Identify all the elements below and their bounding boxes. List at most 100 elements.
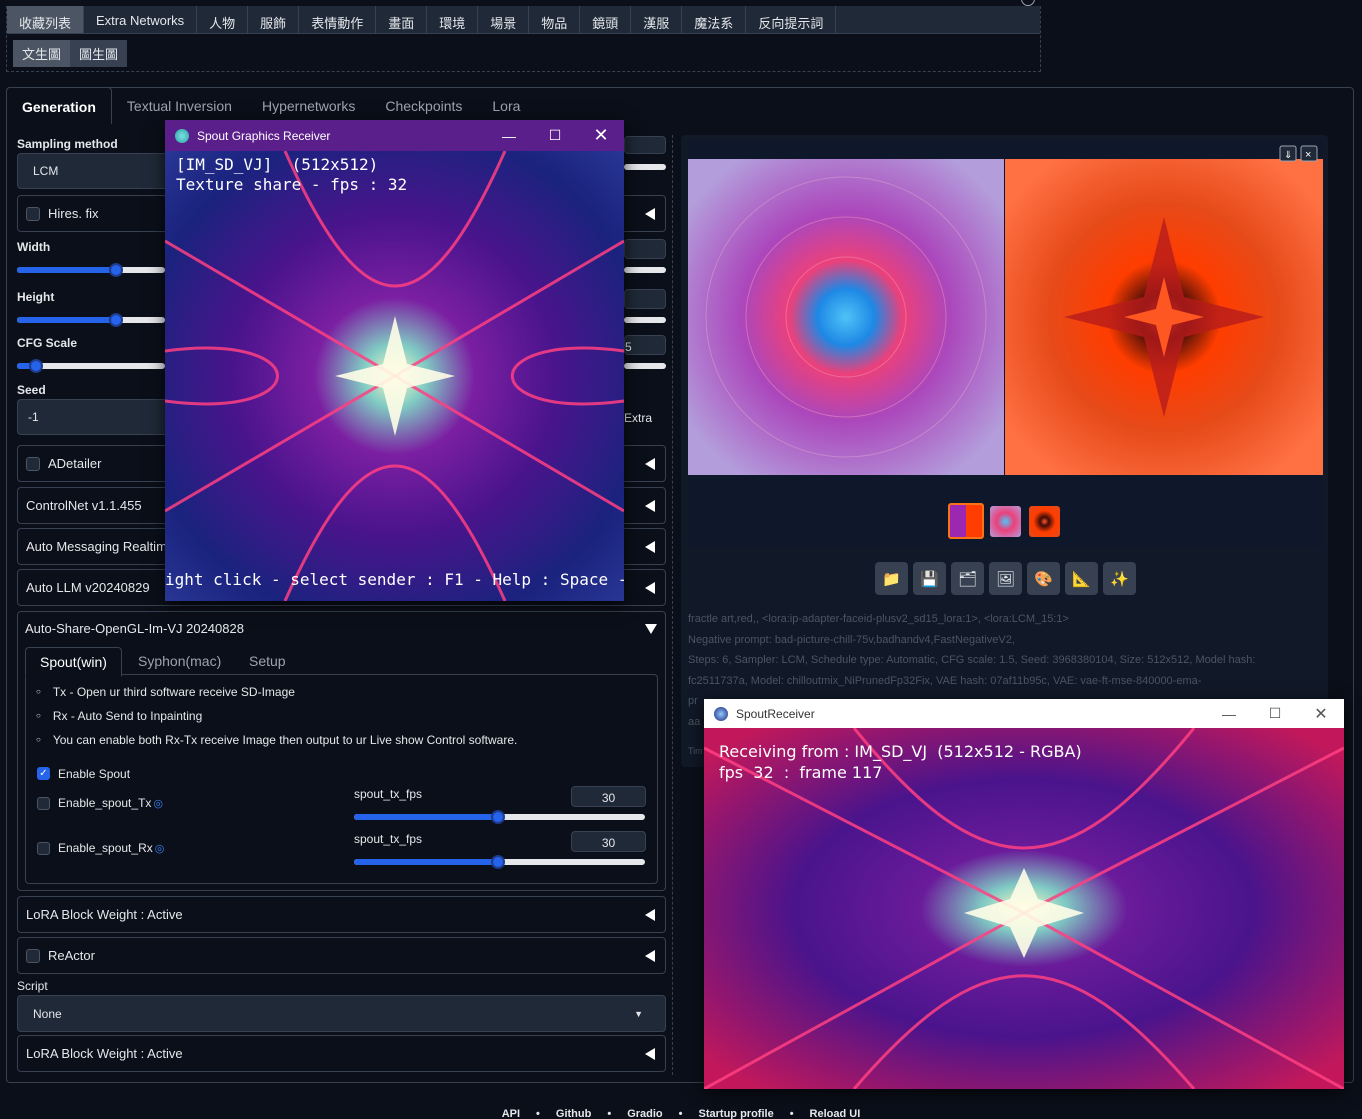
collapse-arrow-icon: [645, 458, 655, 470]
tag-tab[interactable]: 畫面: [376, 6, 428, 33]
bullet-tx: Tx - Open ur third software receive SD-I…: [36, 685, 295, 699]
svg-text:⇓: ⇓: [1284, 150, 1292, 161]
zip-icon[interactable]: 🗂: [951, 562, 984, 595]
rx-fps-input[interactable]: 30: [571, 831, 646, 852]
thumbnail-1[interactable]: [948, 503, 984, 539]
steps-slider[interactable]: [624, 164, 666, 170]
tab-generation[interactable]: Generation: [6, 87, 112, 124]
tab-checkpoints[interactable]: Checkpoints: [370, 87, 477, 124]
sub-tab[interactable]: 圖生圖: [70, 40, 128, 67]
adetailer-checkbox[interactable]: [26, 456, 40, 471]
app-icon: [175, 128, 189, 143]
reactor-checkbox[interactable]: [26, 948, 40, 963]
thumbnail-3[interactable]: [1029, 506, 1060, 537]
footer-link[interactable]: Gradio: [627, 1108, 662, 1119]
enable-rx-checkbox[interactable]: [37, 842, 50, 855]
seed-label: Seed: [17, 383, 46, 397]
svg-text:×: ×: [1305, 149, 1311, 161]
palette-icon[interactable]: 🎨: [1027, 562, 1060, 595]
close-icon[interactable]: ✕: [1298, 699, 1344, 728]
window-titlebar[interactable]: Spout Graphics Receiver — ☐ ✕: [165, 120, 624, 151]
script-dropdown[interactable]: None ▼: [17, 995, 666, 1032]
enable-tx-checkbox[interactable]: [37, 797, 50, 810]
height-slider-right[interactable]: [624, 317, 666, 323]
spout-texture-canvas[interactable]: [IM_SD_VJ] (512x512) Texture share - fps…: [165, 151, 624, 601]
width-slider-right[interactable]: [624, 267, 666, 273]
tab-lora[interactable]: Lora: [477, 87, 535, 124]
cfg-scale-slider[interactable]: [17, 359, 165, 373]
seed-extra-label: Extra: [624, 411, 653, 425]
footer-link[interactable]: API: [502, 1108, 520, 1119]
collapse-arrow-icon: [645, 208, 655, 220]
close-icon[interactable]: ✕: [578, 120, 624, 151]
cfg-scale-slider-right[interactable]: [624, 363, 666, 369]
tag-tab[interactable]: 收藏列表: [7, 6, 85, 33]
reactor-accordion[interactable]: ReActor: [17, 937, 666, 974]
tab-setup[interactable]: Setup: [235, 647, 300, 675]
width-input[interactable]: [624, 239, 666, 259]
gen-info-prompt: fractle art,red,, <lora:ip-adapter-facei…: [688, 613, 1069, 625]
expand-arrow-icon[interactable]: [645, 624, 657, 634]
footer-separator: •: [607, 1108, 612, 1119]
image-icon[interactable]: 🖼: [989, 562, 1022, 595]
auto-share-title[interactable]: Auto-Share-OpenGL-Im-VJ 20240828: [25, 621, 244, 636]
width-slider[interactable]: [17, 263, 165, 277]
tab-spout-win[interactable]: Spout(win): [25, 647, 122, 677]
output-gallery[interactable]: ⇓ ×: [688, 142, 1323, 546]
enable-spout-label: Enable Spout: [58, 767, 131, 781]
tag-tab[interactable]: 場景: [478, 6, 530, 33]
tag-tab[interactable]: 漢服: [631, 6, 683, 33]
hires-fix-checkbox[interactable]: [26, 206, 40, 221]
chevron-down-icon: ▼: [634, 1009, 643, 1019]
tag-tab[interactable]: 魔法系: [682, 6, 747, 33]
collapse-arrow-icon: [645, 541, 655, 553]
sparkle-icon[interactable]: ✨: [1103, 562, 1136, 595]
folder-icon[interactable]: 📁: [875, 562, 908, 595]
collapse-arrow-icon: [645, 1048, 655, 1060]
app-icon: [714, 706, 728, 721]
footer-link[interactable]: Github: [556, 1108, 591, 1119]
enable-spout-checkbox[interactable]: ✓: [37, 767, 50, 780]
minimize-icon[interactable]: —: [486, 120, 532, 151]
height-slider[interactable]: [17, 313, 165, 327]
tag-tab[interactable]: 反向提示詞: [746, 6, 837, 33]
tag-tab[interactable]: 表情動作: [299, 6, 377, 33]
minimize-icon[interactable]: —: [1206, 699, 1252, 728]
lora-block-accordion-2[interactable]: LoRA Block Weight : Active: [17, 1035, 666, 1072]
footer-link[interactable]: Startup profile: [699, 1108, 774, 1119]
height-input[interactable]: [624, 289, 666, 309]
auto-llm-label: Auto LLM v20240829: [26, 580, 150, 595]
gen-info-time: Tim: [688, 746, 703, 756]
sampling-method-dropdown[interactable]: LCM: [17, 153, 177, 189]
tx-fps-input[interactable]: 30: [571, 786, 646, 807]
footer-link[interactable]: Reload UI: [810, 1108, 861, 1119]
main-tabs: Generation Textual Inversion Hypernetworks…: [6, 87, 535, 124]
window-title: Spout Graphics Receiver: [197, 128, 331, 143]
thumbnail-2[interactable]: [990, 506, 1021, 537]
tag-tab[interactable]: 人物: [197, 6, 249, 33]
rx-fps-label: spout_tx_fps: [354, 832, 423, 846]
lora-block-accordion-1[interactable]: LoRA Block Weight : Active: [17, 896, 666, 933]
tag-tab[interactable]: 環境: [427, 6, 479, 33]
maximize-icon[interactable]: ☐: [532, 120, 578, 151]
tag-tab[interactable]: 服飾: [248, 6, 300, 33]
tag-tab[interactable]: 鏡頭: [580, 6, 632, 33]
sub-tab[interactable]: 文生圖: [13, 40, 71, 67]
tab-hypernetworks[interactable]: Hypernetworks: [247, 87, 370, 124]
seed-input[interactable]: -1: [17, 399, 177, 435]
rx-fps-slider[interactable]: [354, 855, 645, 869]
cfg-scale-input[interactable]: 5: [624, 335, 666, 355]
window-titlebar[interactable]: SpoutReceiver — ☐ ✕: [704, 699, 1344, 728]
tag-tab[interactable]: 物品: [529, 6, 581, 33]
ruler-icon[interactable]: 📐: [1065, 562, 1098, 595]
save-icon[interactable]: 💾: [913, 562, 946, 595]
tx-fps-slider[interactable]: [354, 810, 645, 824]
tab-textual-inversion[interactable]: Textual Inversion: [112, 87, 247, 124]
steps-input[interactable]: [624, 136, 666, 154]
gallery-images: ⇓ ×: [688, 145, 1323, 475]
spout-receiver-window: SpoutReceiver — ☐ ✕ Receiving from: IM_…: [704, 699, 1344, 1089]
spout-receiver-canvas[interactable]: Receiving from : IM_SD_VJ (512x512 - RGB…: [704, 728, 1344, 1089]
maximize-icon[interactable]: ☐: [1252, 699, 1298, 728]
tab-syphon-mac[interactable]: Syphon(mac): [124, 647, 235, 675]
tag-tab[interactable]: Extra Networks: [84, 6, 198, 33]
